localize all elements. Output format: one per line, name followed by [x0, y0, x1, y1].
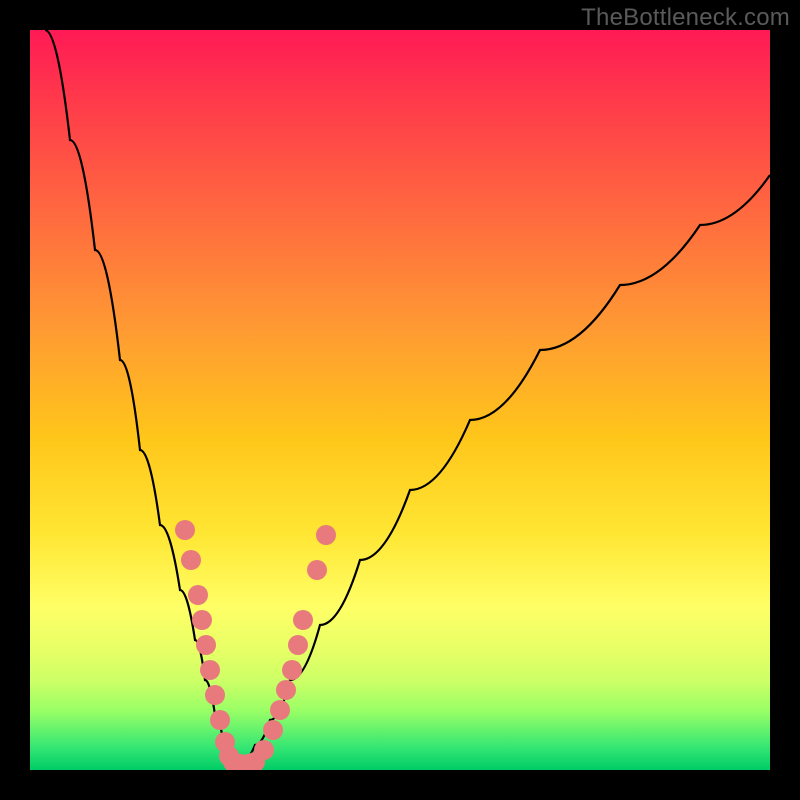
data-dot — [205, 685, 225, 705]
data-dot — [316, 525, 336, 545]
data-dot — [192, 610, 212, 630]
data-dot — [200, 660, 220, 680]
data-dot — [210, 710, 230, 730]
data-dot — [196, 635, 216, 655]
data-dot — [254, 740, 274, 760]
chart-svg — [30, 30, 770, 770]
data-dot — [276, 680, 296, 700]
data-dot — [307, 560, 327, 580]
data-dots — [175, 520, 336, 770]
data-dot — [282, 660, 302, 680]
data-dot — [293, 610, 313, 630]
plot-area — [30, 30, 770, 770]
data-dot — [263, 720, 283, 740]
chart-frame: TheBottleneck.com — [0, 0, 800, 800]
data-dot — [288, 635, 308, 655]
watermark-text: TheBottleneck.com — [581, 4, 790, 32]
data-dot — [175, 520, 195, 540]
curve-right-branch — [236, 175, 770, 765]
data-dot — [181, 550, 201, 570]
data-dot — [188, 585, 208, 605]
data-dot — [270, 700, 290, 720]
